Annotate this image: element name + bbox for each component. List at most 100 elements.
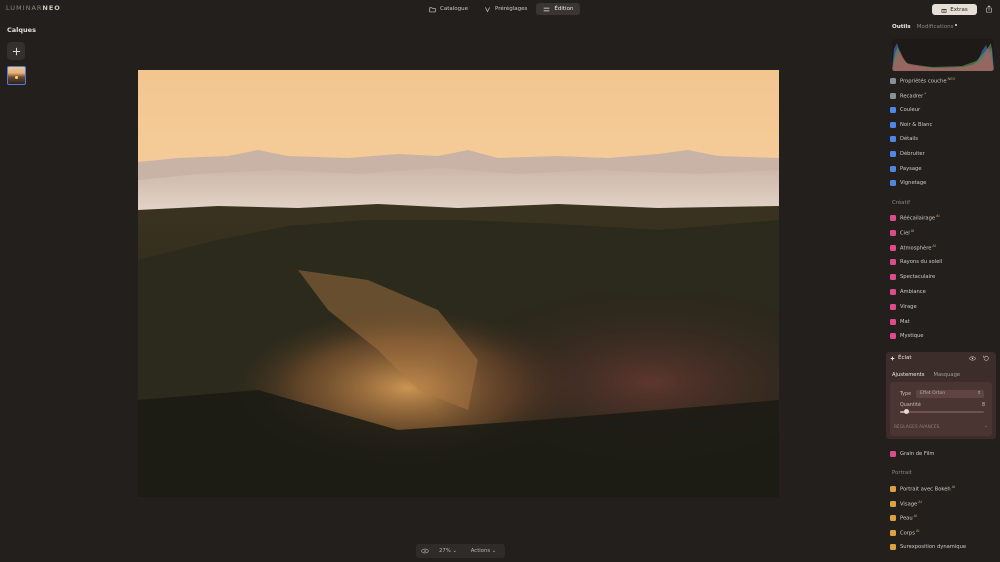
- app-logo: LUMINARNEO: [6, 4, 61, 12]
- tab-masking[interactable]: Masquage: [933, 372, 960, 378]
- landscape-photo: [138, 70, 779, 497]
- amount-value: 8: [982, 403, 986, 408]
- tool-label: RéécailairageAI: [900, 214, 940, 222]
- tool-label: Grain de Film: [900, 451, 935, 457]
- histogram: [892, 39, 994, 71]
- tool-icon: [890, 136, 896, 143]
- histogram-graph: [892, 43, 994, 71]
- tool-label: Débruiter: [900, 151, 925, 157]
- tool-icon: [890, 244, 896, 251]
- tool-item[interactable]: Recadrer*: [890, 91, 926, 101]
- tool-label: Paysage: [900, 165, 922, 172]
- tool-icon: [890, 151, 896, 157]
- advanced-settings[interactable]: RÉGLAGES AVANCÉS: [894, 425, 939, 430]
- tool-icon: [890, 486, 896, 492]
- tool-item[interactable]: Grain de Film: [890, 449, 934, 459]
- tool-item[interactable]: CielAI: [890, 228, 914, 238]
- tab-catalogue[interactable]: Catalogue: [422, 3, 475, 15]
- tool-item[interactable]: Surexposition dynamique: [890, 542, 966, 552]
- section-creative: Créatif: [892, 200, 910, 206]
- tool-label: PeauAI: [900, 514, 918, 523]
- tool-icon: [890, 78, 896, 84]
- edits-dot: [954, 24, 957, 26]
- tool-icon: [890, 259, 896, 266]
- visibility-toggle-icon[interactable]: [969, 356, 976, 361]
- layers-title: Calques: [7, 26, 36, 34]
- amount-slider-handle[interactable]: [904, 409, 910, 414]
- tool-item[interactable]: CorpsAI: [890, 528, 919, 538]
- tool-label: CielAI: [900, 228, 915, 237]
- tool-badge: AI: [936, 214, 940, 219]
- tool-item[interactable]: Détails: [890, 134, 918, 144]
- tab-adjustments[interactable]: Ajustements: [892, 372, 924, 378]
- sliders-icon: [544, 7, 550, 11]
- tool-item[interactable]: Débruiter: [890, 149, 925, 159]
- tool-item[interactable]: Virage: [890, 302, 917, 312]
- tool-item[interactable]: Couleur: [890, 105, 920, 115]
- top-bar: LUMINARNEO Catalogue Préréglages Édition…: [0, 0, 1000, 18]
- tool-label: Recadrer*: [900, 91, 927, 100]
- tool-item[interactable]: Mystique: [890, 331, 924, 341]
- tool-item[interactable]: Portrait avec BokehAI: [890, 484, 955, 494]
- tool-item[interactable]: Spectaculaire: [890, 272, 935, 282]
- mode-tabs: Catalogue Préréglages Édition: [422, 3, 581, 15]
- tool-item[interactable]: Noir & Blanc: [890, 120, 932, 130]
- tool-label: Spectaculaire: [900, 274, 936, 281]
- amount-slider[interactable]: [900, 411, 984, 413]
- tool-item[interactable]: Propriétés coucheNEO: [890, 76, 955, 86]
- eclat-controls: Type Effet Orton ⇕ Quantité 8 RÉGLAGES AV…: [890, 382, 992, 436]
- tool-label: VisageAI: [900, 499, 922, 508]
- share-icon[interactable]: [985, 5, 993, 13]
- sun-icon: [15, 76, 18, 79]
- eye-icon: [421, 548, 429, 554]
- chevron-updown-icon: ⇕: [977, 391, 981, 396]
- tool-item[interactable]: Rayons du soleil: [890, 257, 942, 267]
- eclat-subtabs: Ajustements Masquage: [892, 372, 960, 378]
- chevron-down-icon[interactable]: ⌄: [984, 424, 988, 429]
- tool-item[interactable]: AtmosphèreAI: [890, 243, 936, 253]
- tool-badge: AI: [918, 499, 922, 504]
- tool-item[interactable]: RéécailairageAI: [890, 213, 940, 223]
- eclat-header[interactable]: Éclat: [890, 355, 912, 361]
- tool-icon: [890, 92, 896, 99]
- tool-label: Couleur: [900, 107, 921, 114]
- tool-badge: NEO: [947, 77, 956, 82]
- tool-icon: [890, 544, 896, 551]
- tool-icon: [890, 107, 896, 114]
- tool-item[interactable]: Ambiance: [890, 287, 926, 297]
- tab-tools[interactable]: Outils: [892, 24, 911, 30]
- tool-icon: [890, 180, 896, 187]
- zoom-dropdown[interactable]: 27% ⌄: [434, 548, 462, 554]
- eclat-panel: Éclat Ajustements Masquage Type Effet Or…: [886, 352, 996, 439]
- type-label: Type: [900, 392, 912, 397]
- tab-presets[interactable]: Préréglages: [477, 3, 534, 15]
- tool-icon: [890, 318, 896, 325]
- tool-item[interactable]: Mat: [890, 317, 910, 327]
- tool-label: Portrait avec BokehAI: [900, 485, 956, 493]
- photo-canvas[interactable]: [138, 70, 779, 497]
- tool-item[interactable]: Paysage: [890, 164, 922, 174]
- tool-icon: [890, 121, 896, 128]
- tool-icon: [890, 500, 896, 507]
- tool-badge: *: [924, 91, 927, 96]
- tool-badge: AI: [932, 243, 936, 248]
- sparkle-icon: [890, 355, 895, 361]
- tool-label: Rayons du soleil: [900, 259, 943, 266]
- plus-icon: [12, 47, 20, 55]
- tool-label: Virage: [900, 303, 917, 310]
- layer-thumbnail[interactable]: [7, 66, 26, 85]
- tool-icon: [890, 229, 896, 236]
- tool-item[interactable]: PeauAI: [890, 513, 917, 523]
- type-select[interactable]: Effet Orton ⇕: [916, 390, 984, 398]
- tab-edition[interactable]: Édition: [536, 3, 581, 15]
- compare-button[interactable]: [416, 548, 434, 554]
- tab-edits[interactable]: Modifications: [917, 24, 957, 30]
- reset-icon[interactable]: [983, 355, 989, 361]
- tool-item[interactable]: Vignetage: [890, 178, 926, 188]
- extras-button[interactable]: Extras: [932, 4, 977, 15]
- tool-icon: [890, 274, 896, 281]
- panel-tabs: Outils Modifications: [892, 24, 957, 30]
- tool-item[interactable]: VisageAI: [890, 499, 922, 509]
- actions-dropdown[interactable]: Actions ⌄: [462, 548, 505, 554]
- add-layer-button[interactable]: [7, 42, 25, 60]
